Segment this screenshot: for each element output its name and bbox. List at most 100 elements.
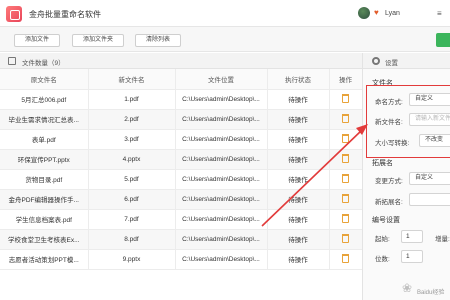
new-name-cell: 8.pdf xyxy=(88,229,176,250)
delete-icon[interactable] xyxy=(342,133,349,143)
new-name-cell: 2.pdf xyxy=(88,109,176,130)
new-name-cell: 5.pdf xyxy=(88,169,176,190)
location-cell: C:\Users\admin\Desktop\... xyxy=(175,109,268,130)
original-name-cell: 学校食堂卫生考核表Ex... xyxy=(0,229,89,250)
operation-cell xyxy=(329,89,363,110)
status-cell: 待操作 xyxy=(267,209,330,230)
highlight-box xyxy=(366,85,450,158)
operation-cell xyxy=(329,229,363,250)
extension-section-title: 拓展名 xyxy=(372,160,393,167)
file-list-icon xyxy=(8,57,16,65)
table-row[interactable]: 志愿者活动策划PPT模... 9.pptx C:\Users\admin\Des… xyxy=(0,249,363,270)
operation-cell xyxy=(329,249,363,270)
gear-icon xyxy=(372,57,380,65)
original-name-cell: 金舟PDF编辑器操作手... xyxy=(0,189,89,210)
paw-logo-icon: ❀ xyxy=(402,281,413,295)
table-row[interactable]: 表单.pdf 3.pdf C:\Users\admin\Desktop\... … xyxy=(0,129,363,150)
settings-title: 设置 xyxy=(385,60,398,67)
table-row[interactable]: 5月汇总006.pdf 1.pdf C:\Users\admin\Desktop… xyxy=(0,89,363,110)
table-row[interactable]: 学生信息档案表.pdf 7.pdf C:\Users\admin\Desktop… xyxy=(0,209,363,230)
location-cell: C:\Users\admin\Desktop\... xyxy=(175,89,268,110)
status-cell: 待操作 xyxy=(267,129,330,150)
new-name-cell: 9.pptx xyxy=(88,249,176,270)
column-header[interactable]: 执行状态 xyxy=(267,69,330,90)
new-name-cell: 1.pdf xyxy=(88,89,176,110)
status-cell: 待操作 xyxy=(267,189,330,210)
menu-icon[interactable]: ≡ xyxy=(437,9,442,18)
column-header[interactable]: 文件位置 xyxy=(175,69,268,90)
operation-cell xyxy=(329,109,363,130)
location-cell: C:\Users\admin\Desktop\... xyxy=(175,129,268,150)
status-cell: 待操作 xyxy=(267,89,330,110)
location-cell: C:\Users\admin\Desktop\... xyxy=(175,169,268,190)
watermark: ❀ Baidu经验 xyxy=(402,280,450,300)
column-header[interactable]: 新文件名 xyxy=(88,69,176,90)
start-input[interactable]: 1 xyxy=(401,230,423,243)
original-name-cell: 表单.pdf xyxy=(0,129,89,150)
operation-cell xyxy=(329,149,363,170)
original-name-cell: 货物目录.pdf xyxy=(0,169,89,190)
app-title: 金舟批量重命名软件 xyxy=(29,10,101,19)
file-table: 原文件名 新文件名 文件位置 执行状态 操作 5月汇总006.pdf 1.pdf… xyxy=(0,69,363,270)
vip-heart-icon: ♥ xyxy=(374,8,379,17)
delete-icon[interactable] xyxy=(342,253,349,263)
increment-label: 增量: xyxy=(435,236,450,243)
operation-cell xyxy=(329,129,363,150)
original-name-cell: 环保宣传PPT.pptx xyxy=(0,149,89,170)
watermark-text: Baidu经验 xyxy=(417,290,445,296)
toolbar: 添加文件 添加文件夹 清除列表 xyxy=(0,27,450,52)
app-logo-icon xyxy=(6,6,22,22)
table-row[interactable]: 金舟PDF编辑器操作手... 6.pdf C:\Users\admin\Desk… xyxy=(0,189,363,210)
delete-icon[interactable] xyxy=(342,233,349,243)
original-name-cell: 学生信息档案表.pdf xyxy=(0,209,89,230)
avatar[interactable] xyxy=(358,7,370,19)
delete-icon[interactable] xyxy=(342,153,349,163)
user-info[interactable]: ♥ Lyan xyxy=(358,7,400,19)
location-cell: C:\Users\admin\Desktop\... xyxy=(175,209,268,230)
start-rename-button[interactable] xyxy=(436,33,450,47)
location-cell: C:\Users\admin\Desktop\... xyxy=(175,149,268,170)
change-ext-select[interactable]: 自定义 xyxy=(409,172,450,185)
original-name-cell: 5月汇总006.pdf xyxy=(0,89,89,110)
file-count-label: 文件数量（9） xyxy=(22,60,65,67)
column-header[interactable]: 原文件名 xyxy=(0,69,89,90)
location-cell: C:\Users\admin\Desktop\... xyxy=(175,249,268,270)
delete-icon[interactable] xyxy=(342,113,349,123)
operation-cell xyxy=(329,189,363,210)
table-row[interactable]: 毕业生需求情况汇总表... 2.pdf C:\Users\admin\Deskt… xyxy=(0,109,363,130)
delete-icon[interactable] xyxy=(342,193,349,203)
new-name-cell: 4.pptx xyxy=(88,149,176,170)
change-ext-label: 变更方式: xyxy=(375,178,403,185)
new-ext-label: 新拓展名: xyxy=(375,199,403,206)
new-name-cell: 6.pdf xyxy=(88,189,176,210)
table-row[interactable]: 学校食堂卫生考核表Ex... 8.pdf C:\Users\admin\Desk… xyxy=(0,229,363,250)
digits-label: 位数: xyxy=(375,256,390,263)
delete-icon[interactable] xyxy=(342,173,349,183)
status-cell: 待操作 xyxy=(267,169,330,190)
clear-list-button[interactable]: 清除列表 xyxy=(135,34,182,47)
new-name-cell: 3.pdf xyxy=(88,129,176,150)
location-cell: C:\Users\admin\Desktop\... xyxy=(175,189,268,210)
username: Lyan xyxy=(385,9,400,17)
start-label: 起始: xyxy=(375,236,390,243)
status-cell: 待操作 xyxy=(267,249,330,270)
table-header-row: 原文件名 新文件名 文件位置 执行状态 操作 xyxy=(0,69,363,90)
new-ext-input[interactable] xyxy=(409,193,450,206)
status-cell: 待操作 xyxy=(267,229,330,250)
column-header[interactable]: 操作 xyxy=(329,69,363,90)
delete-icon[interactable] xyxy=(342,213,349,223)
digits-input[interactable]: 1 xyxy=(401,250,423,263)
add-folder-button[interactable]: 添加文件夹 xyxy=(72,34,125,47)
file-list-header: 文件数量（9） xyxy=(0,53,362,69)
table-row[interactable]: 货物目录.pdf 5.pdf C:\Users\admin\Desktop\..… xyxy=(0,169,363,190)
operation-cell xyxy=(329,169,363,190)
title-bar: 金舟批量重命名软件 ♥ Lyan ≡ xyxy=(0,0,450,27)
location-cell: C:\Users\admin\Desktop\... xyxy=(175,229,268,250)
table-row[interactable]: 环保宣传PPT.pptx 4.pptx C:\Users\admin\Deskt… xyxy=(0,149,363,170)
add-files-button[interactable]: 添加文件 xyxy=(14,34,61,47)
new-name-cell: 7.pdf xyxy=(88,209,176,230)
delete-icon[interactable] xyxy=(342,93,349,103)
settings-header: 设置 xyxy=(363,53,450,69)
status-cell: 待操作 xyxy=(267,109,330,130)
status-cell: 待操作 xyxy=(267,149,330,170)
